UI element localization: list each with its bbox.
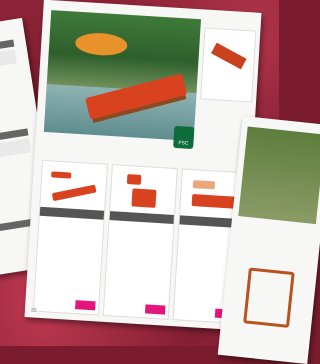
product-grid: [32, 159, 248, 325]
fsc-icon: FSC: [173, 125, 195, 150]
hero-photo: [43, 10, 202, 142]
price-tag: [75, 300, 96, 311]
product-card: [0, 49, 18, 73]
product-bar: [109, 211, 175, 224]
thumbnail-panel: [200, 27, 257, 103]
product-image: [115, 171, 171, 210]
product-shape: [51, 184, 97, 202]
product-shape: [126, 174, 142, 185]
page-number: 20: [30, 307, 37, 314]
thumbnail-chair: [211, 42, 247, 70]
logo-badge: [74, 31, 128, 57]
product-card: [0, 138, 32, 161]
product-shape: [192, 180, 216, 190]
product-image: [45, 167, 101, 206]
product-shape: [191, 194, 237, 209]
product-card: [102, 164, 178, 320]
product-shape: [131, 188, 157, 208]
product-bar: [39, 206, 105, 220]
garden-photo: [238, 126, 320, 225]
product-shape: [51, 171, 72, 179]
price-tag: [144, 304, 166, 315]
product-card: [32, 159, 109, 316]
chair-product: [243, 267, 295, 328]
